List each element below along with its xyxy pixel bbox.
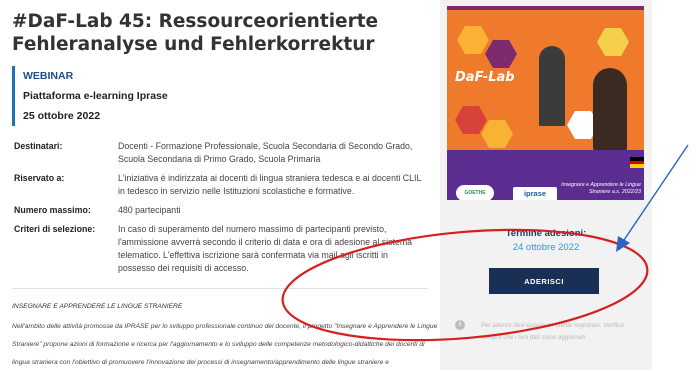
iprase-logo: iprase	[513, 187, 557, 200]
detail-label: Criteri di selezione:	[14, 224, 96, 234]
detail-label: Destinatari:	[14, 141, 63, 151]
detail-label: Numero massimo:	[14, 205, 91, 215]
detail-row: Criteri di selezione: In caso di superam…	[14, 223, 429, 275]
goethe-logo: GOETHE INSTITUT	[456, 185, 494, 200]
detail-value: L'iniziativa è indirizzata ai docenti di…	[118, 173, 422, 196]
banner-caption: Insegnare e Apprendere le Lingue Stranie…	[561, 182, 641, 195]
detail-row: Riservato a: L'iniziativa è indirizzata …	[14, 172, 429, 198]
details-list: Destinatari: Docenti - Formazione Profes…	[14, 140, 429, 281]
detail-row: Numero massimo: 480 partecipanti	[14, 204, 429, 217]
deadline-date: 24 ottobre 2022	[512, 242, 580, 253]
event-platform: Piattaforma e-learning Iprase	[23, 90, 168, 102]
section-divider	[12, 288, 428, 289]
deadline-block: Termine adesioni: 24 ottobre 2022	[440, 227, 652, 255]
detail-value: In caso di superamento del numero massim…	[118, 224, 413, 273]
banner-topbar	[447, 6, 644, 10]
person-illustration	[593, 68, 627, 150]
section-body: Nell'ambito delle attività promosse da I…	[12, 323, 438, 366]
person-illustration	[539, 46, 565, 126]
banner-brand: DaF-Lab	[455, 70, 515, 85]
event-banner: DaF-Lab GOETHE INSTITUT iprase Insegnare…	[447, 6, 644, 200]
section-heading: INSEGNARE E APPRENDERE LE LINGUE STRANIE…	[12, 303, 183, 310]
sidebar: DaF-Lab GOETHE INSTITUT iprase Insegnare…	[440, 0, 652, 370]
detail-label: Riservato a:	[14, 173, 65, 183]
german-flag-icon	[630, 157, 644, 168]
event-info-box: WEBINAR Piattaforma e-learning Iprase 25…	[12, 66, 433, 126]
detail-value: Docenti - Formazione Professionale, Scuo…	[118, 141, 413, 164]
registration-note-text: Per aderire devi essere un utente regist…	[481, 322, 624, 341]
aderisci-button[interactable]: ADERISCI	[489, 268, 599, 294]
deadline-label: Termine adesioni:	[505, 228, 587, 239]
info-icon: i	[455, 320, 465, 330]
banner-strip	[447, 150, 644, 179]
event-type: WEBINAR	[23, 70, 74, 82]
detail-value: 480 partecipanti	[118, 205, 181, 215]
detail-row: Destinatari: Docenti - Formazione Profes…	[14, 140, 429, 166]
main-content: #DaF-Lab 45: Ressourceorientierte Fehler…	[0, 0, 437, 370]
event-date: 25 ottobre 2022	[23, 110, 101, 122]
page-title: #DaF-Lab 45: Ressourceorientierte Fehler…	[12, 11, 379, 55]
